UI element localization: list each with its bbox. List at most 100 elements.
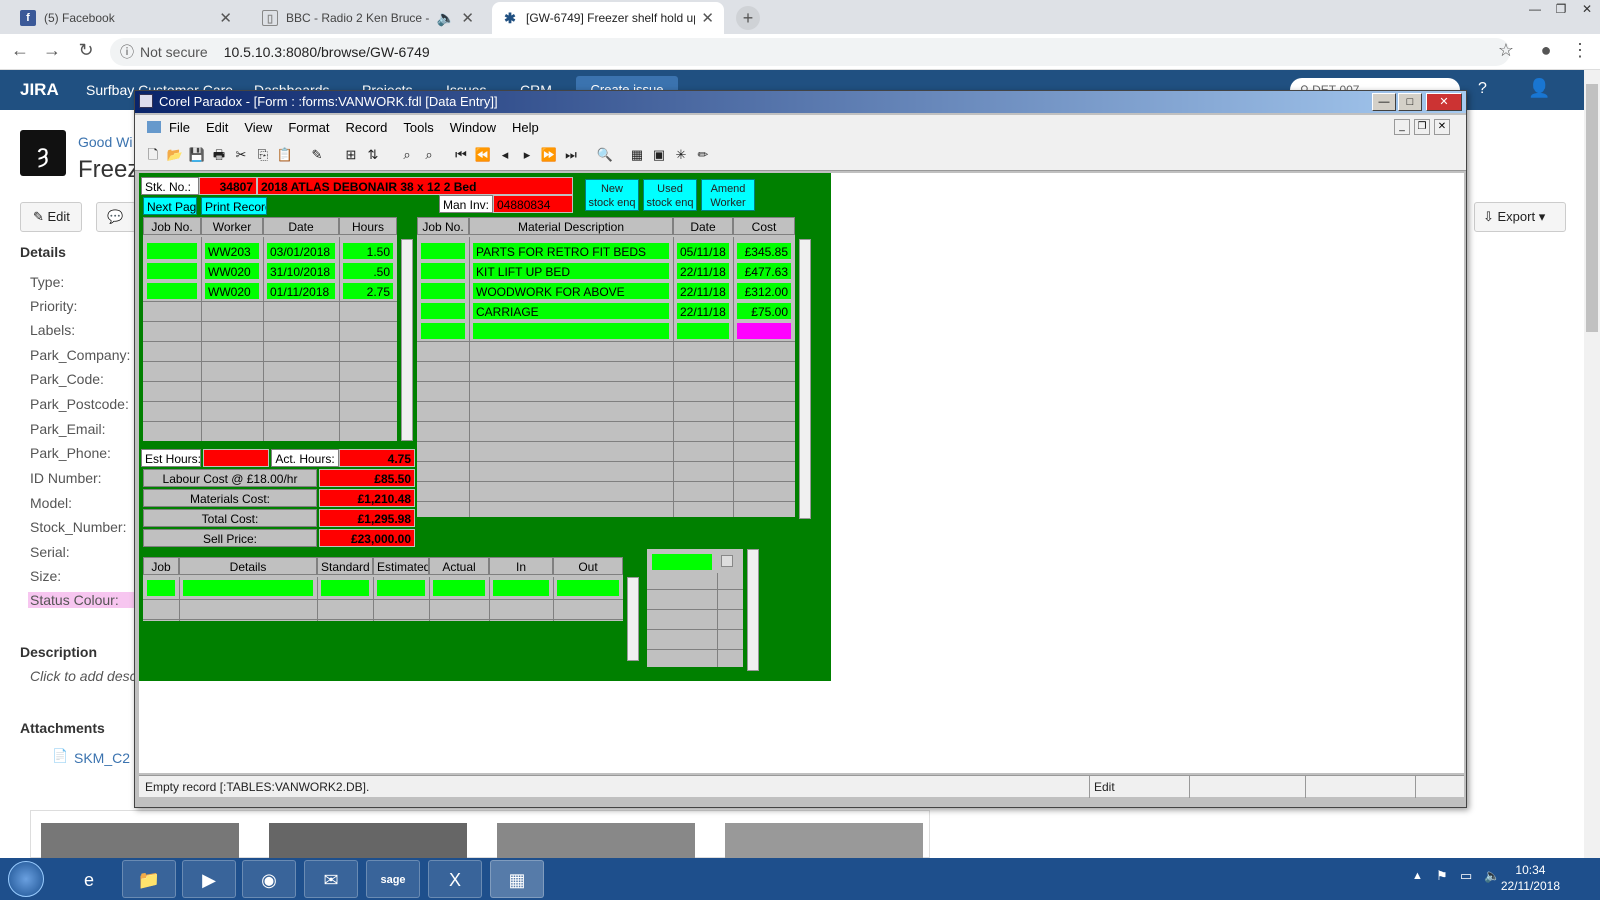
field-view-icon[interactable]: ⊞ [341,145,361,165]
cut-icon[interactable]: ✂ [231,145,251,165]
comment-button[interactable]: 💬 [96,202,136,232]
paradox-taskbar-icon[interactable]: ▦ [490,860,544,898]
description-cell[interactable] [472,322,670,340]
job-no-cell[interactable] [420,282,466,300]
locate-next-icon[interactable]: ⌕ [419,145,439,165]
scrollbar-thumb[interactable] [1586,84,1598,332]
date-cell[interactable]: 22/11/18 [676,302,730,320]
menu-file[interactable]: File [169,120,190,135]
media-player-icon[interactable]: ▶ [182,860,236,898]
system-clock[interactable]: 10:34 22/11/2018 [1501,862,1560,894]
forward-icon[interactable]: → [40,40,64,61]
tab-facebook[interactable]: f (5) Facebook ✕ [10,2,242,34]
close-tab-icon[interactable]: ✕ [219,9,232,27]
stock-description-field[interactable]: 2018 ATLAS DEBONAIR 38 x 12 2 Bed [257,177,573,195]
estimated-cell[interactable] [376,579,426,597]
help-icon[interactable]: ? [1478,80,1487,98]
copy-icon[interactable]: ⎘ [253,145,273,165]
cost-cell-active[interactable] [736,322,792,340]
file-explorer-icon[interactable]: 📁 [122,860,176,898]
sort-icon[interactable]: ⇅ [363,145,383,165]
reload-icon[interactable]: ↻ [74,40,98,61]
date-cell[interactable]: 03/01/2018 [266,242,336,260]
form-icon[interactable]: ▣ [649,145,669,165]
design-icon[interactable]: ✏ [693,145,713,165]
date-cell[interactable]: 22/11/18 [676,282,730,300]
tab-jira[interactable]: ✱ [GW-6749] Freezer shelf hold up ✕ [492,2,724,34]
materials-cost-field[interactable]: £1,210.48 [319,489,415,507]
menu-window[interactable]: Window [450,120,496,135]
start-button[interactable] [8,861,44,897]
stock-number-field[interactable]: 34807 [199,177,257,195]
menu-format[interactable]: Format [288,120,329,135]
actual-cell[interactable] [432,579,486,597]
side-field[interactable] [651,553,713,571]
locate-icon[interactable]: ⌕ [397,145,417,165]
date-cell[interactable] [676,322,730,340]
internet-explorer-icon[interactable]: e [62,860,116,898]
star-icon[interactable]: ☆ [1494,40,1518,61]
account-icon[interactable]: ● [1534,40,1558,61]
job-no-cell[interactable] [146,242,198,260]
network-icon[interactable]: ▭ [1460,868,1472,884]
menu-record[interactable]: Record [345,120,387,135]
minimize-icon[interactable]: — [1372,93,1396,111]
previous-record-icon[interactable]: ◂ [495,145,515,165]
flag-icon[interactable]: ⚑ [1436,868,1448,884]
minimize-icon[interactable]: — [1522,0,1548,18]
outlook-icon[interactable]: ✉ [304,860,358,898]
description-cell[interactable]: CARRIAGE [472,302,670,320]
jira-logo[interactable]: JIRA [20,80,59,100]
date-cell[interactable]: 05/11/18 [676,242,730,260]
out-cell[interactable] [556,579,620,597]
new-tab-button[interactable]: + [736,6,760,30]
resize-grip-icon[interactable] [1415,776,1455,798]
menu-edit[interactable]: Edit [206,120,228,135]
cost-cell[interactable]: £75.00 [736,302,792,320]
query-icon[interactable]: 🔍 [595,145,615,165]
new-stock-enq-button[interactable]: New stock enq [585,179,639,211]
job-no-cell[interactable] [420,242,466,260]
open-icon[interactable]: 📂 [165,145,185,165]
back-icon[interactable]: ← [8,40,32,61]
labour-cost-field[interactable]: £85.50 [319,469,415,487]
job-no-cell[interactable] [420,302,466,320]
page-scrollbar[interactable] [1584,70,1600,858]
job-no-cell[interactable] [146,282,198,300]
amend-worker-button[interactable]: Amend Worker [701,179,755,211]
job-cell[interactable] [146,579,176,597]
worker-cell[interactable]: WW020 [204,262,260,280]
worker-cell[interactable]: WW203 [204,242,260,260]
menu-view[interactable]: View [244,120,272,135]
description-placeholder[interactable]: Click to add desc [30,668,137,684]
table-icon[interactable]: ▦ [627,145,647,165]
menu-tools[interactable]: Tools [403,120,433,135]
job-no-cell[interactable] [146,262,198,280]
next-record-icon[interactable]: ▸ [517,145,537,165]
used-stock-enq-button[interactable]: Used stock enq [643,179,697,211]
url-field[interactable]: ⓘ Not secure 10.5.10.3:8080/browse/GW-67… [110,38,1510,66]
next-page-button[interactable]: Next Page [143,197,197,215]
thumbnail-image[interactable] [725,823,923,859]
cost-cell[interactable]: £345.85 [736,242,792,260]
menu-help[interactable]: Help [512,120,539,135]
sage-icon[interactable]: sage [366,860,420,898]
date-cell[interactable]: 31/10/2018 [266,262,336,280]
print-record-button[interactable]: Print Record [201,197,267,215]
hours-cell[interactable]: 1.50 [342,242,394,260]
mdi-minimize-icon[interactable]: _ [1394,119,1410,135]
close-tab-icon[interactable]: ✕ [461,9,474,27]
export-button[interactable]: ⇩ Export ▾ [1474,202,1566,232]
hours-cell[interactable]: 2.75 [342,282,394,300]
date-cell[interactable]: 01/11/2018 [266,282,336,300]
materials-scrollbar[interactable] [799,239,811,519]
mdi-close-icon[interactable]: ✕ [1434,119,1450,135]
details-cell[interactable] [182,579,314,597]
cost-cell[interactable]: £312.00 [736,282,792,300]
cost-cell[interactable]: £477.63 [736,262,792,280]
thumbnail-image[interactable] [269,823,467,859]
paste-icon[interactable]: 📋 [275,145,295,165]
project-link[interactable]: Good Wi [78,134,132,150]
tray-expand-icon[interactable]: ▲ [1412,870,1423,882]
save-icon[interactable]: 💾 [187,145,207,165]
